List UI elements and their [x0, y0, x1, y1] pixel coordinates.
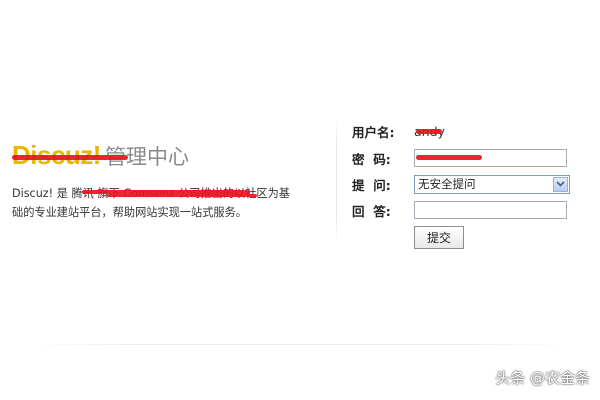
redaction-mark [416, 155, 482, 160]
horizontal-divider [30, 344, 570, 345]
username-row: 用户名: andy [352, 120, 445, 142]
question-label: 提 问: [352, 177, 391, 193]
password-label: 密 码: [352, 151, 391, 167]
redaction-mark [12, 155, 128, 160]
vertical-divider [336, 118, 337, 246]
answer-label: 回 答: [352, 203, 391, 219]
answer-row: 回 答: [352, 199, 567, 221]
intro-description: Discuz! 是 腾讯 旗下 Comsenz 公司推出的以社区为基 础的专业建… [12, 184, 330, 222]
redaction-mark [107, 194, 257, 197]
intro-line-2: 础的专业建站平台，帮助网站实现一站式服务。 [12, 206, 247, 219]
username-label: 用户名: [352, 124, 395, 140]
security-question-value: 无安全提问 [418, 177, 476, 191]
answer-input[interactable] [414, 201, 567, 219]
submit-button[interactable]: 提交 [414, 226, 464, 249]
redaction-mark [416, 129, 442, 134]
chevron-down-icon[interactable] [553, 176, 568, 192]
admin-login-page: Discuz!管理中心 Discuz! 是 腾讯 旗下 Comsenz 公司推出… [0, 0, 600, 400]
password-row: 密 码: [352, 147, 567, 169]
watermark: 头条 @农金条 [495, 369, 590, 387]
intro-panel: Discuz!管理中心 Discuz! 是 腾讯 旗下 Comsenz 公司推出… [12, 140, 330, 222]
question-row: 提 问: 无安全提问 [352, 173, 570, 195]
security-question-select[interactable]: 无安全提问 [414, 174, 570, 194]
brand-title: Discuz!管理中心 [12, 140, 330, 176]
